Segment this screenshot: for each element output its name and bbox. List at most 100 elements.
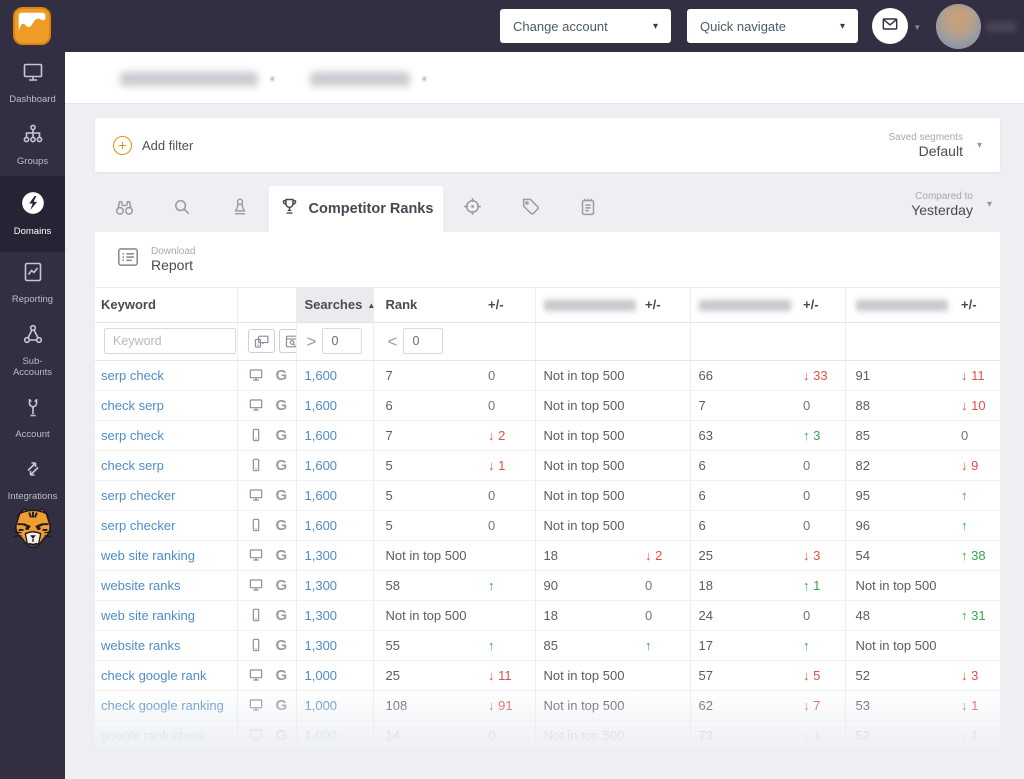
competitor-1-change (643, 360, 690, 391)
tab-competitor-ranks[interactable]: Competitor Ranks (269, 186, 443, 232)
down-arrow-change: ↓ 3 (803, 547, 821, 563)
mobile-icon (248, 426, 264, 442)
searches-value[interactable]: 1,600 (305, 488, 338, 503)
keyword-filter-input[interactable] (104, 328, 236, 354)
tab-notes[interactable] (559, 186, 617, 232)
column-header-competitor-3-change[interactable]: +/- (957, 288, 1000, 323)
column-header-competitor-2-redacted[interactable] (689, 288, 800, 323)
competitor-3-change: ↑ (957, 480, 1000, 511)
redacted-text (543, 300, 636, 312)
keyword-link[interactable]: check google rank (101, 668, 207, 683)
competitor-3-change: ↑ (957, 510, 1000, 541)
searches-value[interactable]: 1,300 (305, 578, 338, 593)
avatar[interactable] (936, 4, 981, 49)
searches-value[interactable]: 1,300 (305, 548, 338, 563)
competitor-1-value: 85 (534, 630, 643, 661)
keyword-link[interactable]: serp checker (101, 488, 175, 503)
saved-segments-label: Saved segments (888, 131, 963, 143)
table-row: check google rank G 1,000 25 ↓ 11 Not in top … (95, 660, 1000, 691)
rank-filter-input[interactable] (403, 328, 444, 354)
less-than-operator[interactable]: < (388, 332, 398, 351)
column-header-searches-sorted[interactable]: Searches ▲ (295, 288, 375, 323)
google-icon: G (275, 426, 288, 444)
searches-value[interactable]: 1,600 (305, 368, 338, 383)
tab-keyword-discovery[interactable] (95, 186, 153, 232)
searches-value[interactable]: 1,000 (305, 668, 338, 683)
searches-value[interactable]: 1,300 (305, 608, 338, 623)
searches-header-label: Searches (304, 297, 363, 313)
app-logo-icon[interactable] (13, 7, 51, 50)
column-header-competitor-2-change[interactable]: +/- (800, 288, 845, 323)
saved-segments-dropdown[interactable]: Saved segments Default ▾ (888, 132, 982, 159)
account-wrench-icon (21, 395, 45, 424)
compared-to-dropdown[interactable]: Compared to Yesterday ▾ (911, 191, 992, 218)
keyword-link[interactable]: check google ranking (101, 698, 224, 713)
sidebar-item-dashboard[interactable]: Dashboard (0, 52, 65, 114)
keyword-link[interactable]: check serp (101, 458, 164, 473)
sidebar-item-integrations[interactable]: Integrations (0, 449, 65, 511)
column-header-rank-change[interactable]: +/- (485, 288, 535, 323)
keyword-link[interactable]: serp check (101, 428, 164, 443)
keyword-link[interactable]: google rank check (101, 728, 207, 743)
rank-value: 25 (372, 660, 485, 691)
competitor-1-value: Not in top 500 (534, 480, 643, 511)
keyword-link[interactable]: serp checker (101, 518, 175, 533)
mobile-icon (248, 606, 264, 622)
searches-filter-input[interactable] (322, 328, 363, 354)
searches-value[interactable]: 1,600 (305, 518, 338, 533)
searches-value[interactable]: 1,600 (305, 458, 338, 473)
sidebar-item-sub-accounts[interactable]: Sub- Accounts (0, 314, 65, 388)
keyword-link[interactable]: web site ranking (101, 548, 195, 563)
redacted-group-selector[interactable]: ▾ (310, 72, 427, 86)
keyword-link[interactable]: check serp (101, 398, 164, 413)
tab-landing-pages[interactable] (443, 186, 501, 232)
google-icon: G (275, 576, 288, 594)
keyword-link[interactable]: serp check (101, 368, 164, 383)
down-arrow-change: ↓ 1 (488, 457, 506, 473)
searches-value[interactable]: 1,000 (305, 698, 338, 713)
tab-keyword-research[interactable] (153, 186, 211, 232)
tab-rankings[interactable] (211, 186, 269, 232)
competitor-1-value: Not in top 500 (534, 660, 643, 691)
sidebar-item-domains[interactable]: Domains (0, 175, 65, 252)
tab-tags[interactable] (501, 186, 559, 232)
redacted-domain-selector[interactable]: ▾ (120, 72, 275, 86)
sidebar-item-reporting[interactable]: Reporting (0, 252, 65, 314)
envelope-icon (880, 14, 900, 39)
quick-navigate-dropdown[interactable]: Quick navigate ▾ (687, 9, 858, 43)
add-filter-button[interactable]: + Add filter (113, 135, 193, 155)
sidebar-item-account[interactable]: Account (0, 387, 65, 449)
device-type-filter-button[interactable] (247, 329, 275, 353)
searches-value[interactable]: 1,300 (305, 638, 338, 653)
column-header-competitor-3-redacted[interactable] (844, 288, 957, 323)
top-navbar: Change account ▾ Quick navigate ▾ ▾ (0, 0, 1024, 52)
change-account-dropdown[interactable]: Change account ▾ (500, 9, 671, 43)
search-engine-filter-button[interactable] (278, 329, 296, 353)
competitor-3-value: 96 (844, 510, 957, 541)
keyword-link[interactable]: website ranks (101, 638, 180, 653)
competitor-1-change (643, 660, 690, 691)
binoculars-icon (113, 195, 136, 223)
mobile-icon (248, 456, 264, 472)
column-header-competitor-1-redacted[interactable] (534, 288, 643, 323)
searches-value[interactable]: 1,000 (305, 728, 338, 743)
up-arrow-change: ↑ (961, 487, 968, 503)
messages-button[interactable] (872, 8, 908, 44)
keyword-link[interactable]: web site ranking (101, 608, 195, 623)
sidebar-item-groups[interactable]: Groups (0, 114, 65, 176)
up-arrow-change: ↑ 3 (803, 427, 821, 443)
searches-value[interactable]: 1,600 (305, 428, 338, 443)
chevron-down-icon[interactable]: ▾ (915, 22, 920, 33)
desktop-icon (248, 486, 264, 501)
greater-than-operator[interactable]: > (307, 332, 317, 351)
download-report-button[interactable]: Download Report (115, 244, 195, 275)
rank-change: ↑ (485, 570, 535, 601)
column-header-rank[interactable]: Rank (372, 288, 485, 323)
column-header-keyword[interactable]: Keyword (95, 288, 237, 323)
keyword-link[interactable]: website ranks (101, 578, 180, 593)
down-arrow-change: ↓ 10 (961, 397, 986, 413)
competitor-2-change: ↓ 3 (800, 540, 845, 571)
competitor-1-change: ↓ 2 (643, 540, 690, 571)
column-header-competitor-1-change[interactable]: +/- (643, 288, 690, 323)
searches-value[interactable]: 1,600 (305, 398, 338, 413)
